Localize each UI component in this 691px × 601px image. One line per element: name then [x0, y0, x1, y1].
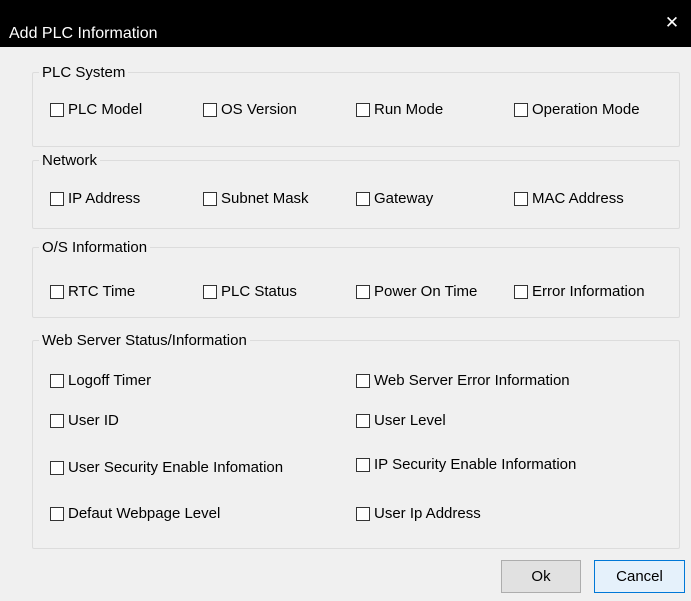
ok-button[interactable]: Ok: [501, 560, 581, 593]
checkbox-box[interactable]: [203, 191, 217, 206]
checkbox-box[interactable]: [514, 191, 528, 206]
checkbox-gateway[interactable]: Gateway: [356, 190, 433, 207]
checkbox-box[interactable]: [356, 102, 370, 117]
checkbox-label: Subnet Mask: [221, 190, 309, 207]
close-icon[interactable]: ✕: [661, 12, 683, 34]
checkbox-label: OS Version: [221, 101, 297, 118]
checkbox-user-security-enable-infomation[interactable]: User Security Enable Infomation: [50, 459, 283, 476]
checkbox-box[interactable]: [356, 284, 370, 299]
group-os-information: O/S Information: [32, 239, 680, 318]
checkbox-label: Gateway: [374, 190, 434, 207]
checkbox-subnet-mask[interactable]: Subnet Mask: [203, 190, 309, 207]
checkbox-plc-model[interactable]: PLC Model: [50, 101, 142, 118]
group-web-server-legend: Web Server Status/Information: [42, 332, 247, 349]
checkbox-operation-mode[interactable]: Operation Mode: [514, 101, 640, 118]
checkbox-user-level[interactable]: User Level: [356, 412, 446, 429]
checkbox-web-server-error-information[interactable]: Web Server Error Information: [356, 372, 570, 389]
checkbox-label: PLC Model: [68, 101, 143, 118]
title-bar: Add PLC Information ✕: [0, 0, 691, 47]
checkbox-power-on-time[interactable]: Power On Time: [356, 283, 477, 300]
checkbox-user-id[interactable]: User ID: [50, 412, 119, 429]
checkbox-box[interactable]: [514, 102, 528, 117]
dialog-title: Add PLC Information: [9, 25, 158, 42]
checkbox-box[interactable]: [50, 460, 64, 475]
checkbox-box[interactable]: [356, 506, 370, 521]
checkbox-label: IP Security Enable Information: [374, 456, 577, 473]
checkbox-box[interactable]: [514, 284, 528, 299]
checkbox-logoff-timer[interactable]: Logoff Timer: [50, 372, 151, 389]
checkbox-label: Logoff Timer: [68, 372, 152, 389]
add-plc-information-dialog: Add PLC Information ✕ PLC System PLC Mod…: [0, 0, 691, 601]
checkbox-box[interactable]: [356, 373, 370, 388]
checkbox-label: User Level: [374, 412, 446, 429]
group-os-information-legend: O/S Information: [42, 239, 148, 256]
checkbox-label: User ID: [68, 412, 119, 429]
checkbox-label: Operation Mode: [532, 101, 640, 118]
checkbox-label: IP Address: [68, 190, 141, 207]
checkbox-mac-address[interactable]: MAC Address: [514, 190, 624, 207]
checkbox-box[interactable]: [50, 191, 64, 206]
checkbox-user-ip-address[interactable]: User Ip Address: [356, 505, 481, 522]
checkbox-label: Defaut Webpage Level: [68, 505, 221, 522]
checkbox-os-version[interactable]: OS Version: [203, 101, 297, 118]
checkbox-box[interactable]: [50, 506, 64, 521]
checkbox-rtc-time[interactable]: RTC Time: [50, 283, 135, 300]
checkbox-label: RTC Time: [68, 283, 136, 300]
checkbox-plc-status[interactable]: PLC Status: [203, 283, 297, 300]
checkbox-box[interactable]: [356, 191, 370, 206]
checkbox-box[interactable]: [356, 457, 370, 472]
checkbox-label: User Ip Address: [374, 505, 481, 522]
checkbox-label: Error Information: [532, 283, 645, 300]
cancel-button[interactable]: Cancel: [594, 560, 685, 593]
checkbox-box[interactable]: [203, 102, 217, 117]
checkbox-box[interactable]: [50, 102, 64, 117]
checkbox-run-mode[interactable]: Run Mode: [356, 101, 443, 118]
checkbox-box[interactable]: [203, 284, 217, 299]
checkbox-label: PLC Status: [221, 283, 297, 300]
checkbox-box[interactable]: [356, 413, 370, 428]
checkbox-label: Power On Time: [374, 283, 478, 300]
checkbox-ip-address[interactable]: IP Address: [50, 190, 140, 207]
group-network-legend: Network: [42, 152, 98, 169]
checkbox-label: Web Server Error Information: [374, 372, 570, 389]
checkbox-box[interactable]: [50, 413, 64, 428]
checkbox-label: User Security Enable Infomation: [68, 459, 284, 476]
checkbox-label: MAC Address: [532, 190, 624, 207]
checkbox-ip-security-enable-information[interactable]: IP Security Enable Information: [356, 456, 576, 473]
checkbox-box[interactable]: [50, 284, 64, 299]
group-plc-system-legend: PLC System: [42, 64, 126, 81]
checkbox-label: Run Mode: [374, 101, 444, 118]
checkbox-box[interactable]: [50, 373, 64, 388]
checkbox-defaut-webpage-level[interactable]: Defaut Webpage Level: [50, 505, 220, 522]
checkbox-error-information[interactable]: Error Information: [514, 283, 645, 300]
